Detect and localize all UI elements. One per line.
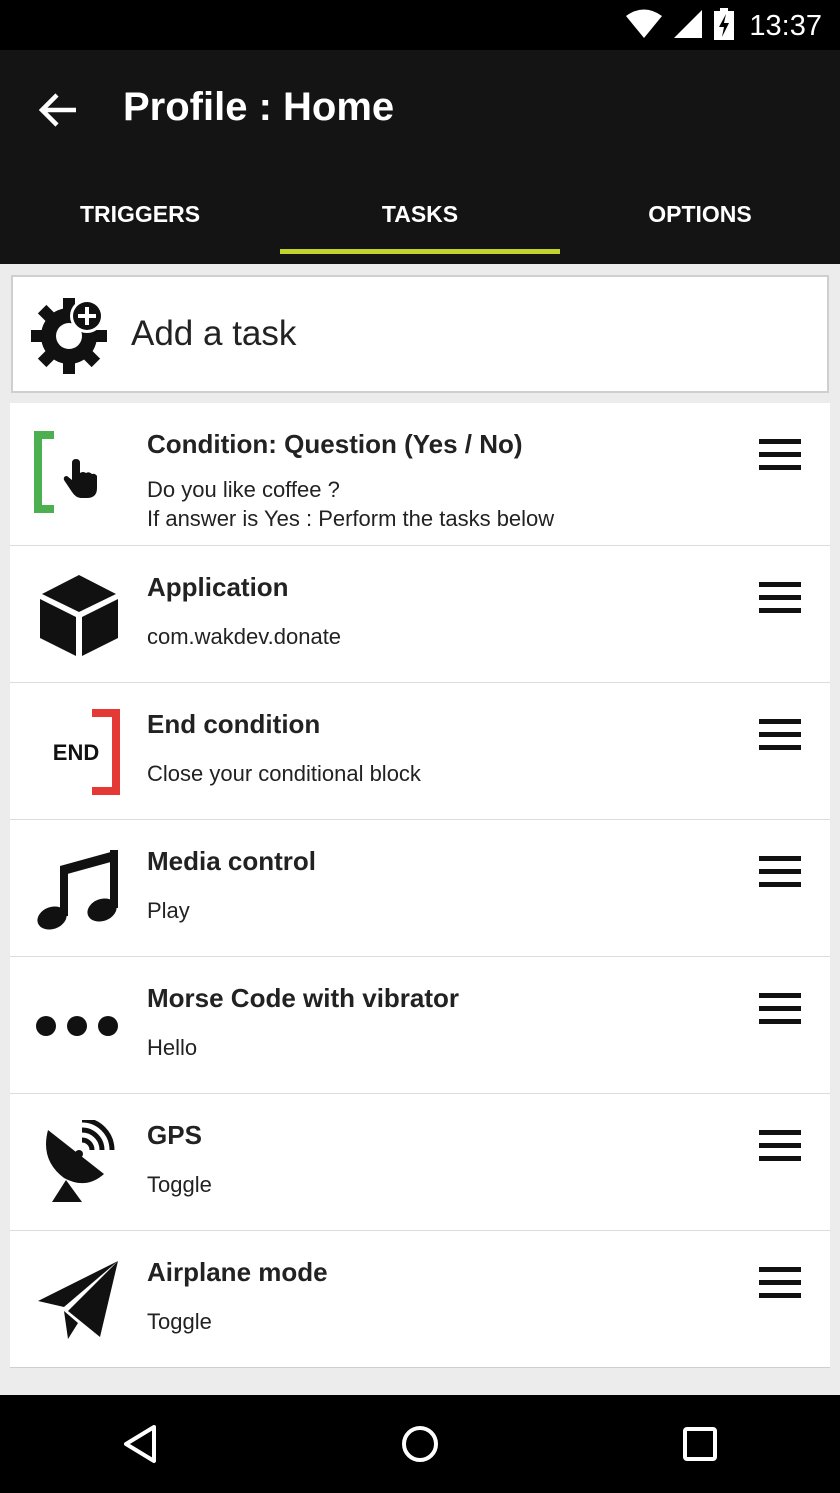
task-item-gps[interactable]: GPS Toggle (10, 1094, 830, 1231)
menu-icon (759, 993, 801, 1024)
page-title: Profile : Home (123, 85, 395, 129)
tab-tasks[interactable]: TASKS (280, 170, 560, 264)
add-task-button[interactable]: Add a task (11, 275, 829, 393)
satellite-dish-icon (46, 1120, 115, 1202)
tab-label: OPTIONS (648, 200, 752, 227)
task-description: Do you like coffee ? If answer is Yes : … (147, 475, 554, 533)
tab-label: TASKS (381, 200, 459, 227)
task-item-application[interactable]: Application com.wakdev.donate (10, 546, 830, 683)
task-title: Morse Code with vibrator (147, 983, 460, 1013)
drag-handle[interactable] (752, 987, 808, 1031)
task-title: GPS (147, 1120, 202, 1150)
add-task-label: Add a task (131, 314, 297, 353)
menu-icon (759, 582, 801, 613)
tasks-content: Add a task Condition: Question (Yes / No… (0, 264, 840, 1395)
task-description-line: Do you like coffee ? (147, 477, 340, 502)
status-bar: 13:37 (0, 0, 840, 50)
task-item-morse-code[interactable]: Morse Code with vibrator Hello (10, 957, 830, 1094)
dots-icon (36, 1016, 118, 1036)
task-item-airplane-mode[interactable]: Airplane mode Toggle (10, 1231, 830, 1368)
tab-options[interactable]: OPTIONS (560, 170, 840, 264)
drag-handle[interactable] (752, 433, 808, 477)
task-description: com.wakdev.donate (147, 624, 342, 649)
signal-icon (673, 9, 703, 44)
active-tab-indicator (280, 249, 560, 254)
drag-handle[interactable] (752, 713, 808, 757)
nav-back-button[interactable] (100, 1404, 180, 1484)
task-title: End condition (147, 709, 321, 739)
condition-question-icon (34, 431, 97, 513)
nav-recents-button[interactable] (660, 1404, 740, 1484)
system-nav-bar (0, 1395, 840, 1493)
battery-charging-icon (713, 7, 735, 45)
menu-icon (759, 1267, 801, 1298)
menu-icon (759, 439, 801, 470)
tab-label: TRIGGERS (79, 200, 201, 227)
wifi-icon (625, 9, 663, 44)
task-description: Toggle (147, 1309, 212, 1334)
app-bar: Profile : Home (0, 50, 840, 170)
task-list: Condition: Question (Yes / No) Do you li… (10, 403, 830, 1368)
end-icon-text: END (53, 740, 99, 765)
task-item-condition-question[interactable]: Condition: Question (Yes / No) Do you li… (10, 403, 830, 546)
menu-icon (759, 1130, 801, 1161)
drag-handle[interactable] (752, 1124, 808, 1168)
drag-handle[interactable] (752, 576, 808, 620)
arrow-back-icon (38, 93, 76, 127)
task-title: Airplane mode (147, 1257, 328, 1287)
paper-plane-icon (38, 1261, 118, 1339)
task-description: Hello (147, 1035, 198, 1060)
end-condition-icon: END (53, 709, 120, 795)
square-recents-icon (683, 1427, 717, 1461)
task-description: Toggle (147, 1172, 212, 1197)
back-button[interactable] (32, 84, 84, 136)
triangle-back-icon (124, 1425, 156, 1463)
cube-icon (40, 575, 118, 656)
task-title: Condition: Question (Yes / No) (147, 429, 523, 459)
gear-add-icon (31, 298, 107, 374)
task-item-media-control[interactable]: Media control Play (10, 820, 830, 957)
task-title: Application (147, 572, 289, 602)
menu-icon (759, 719, 801, 750)
music-note-icon (37, 850, 118, 930)
tab-bar: TRIGGERS TASKS OPTIONS (0, 170, 840, 264)
drag-handle[interactable] (752, 850, 808, 894)
task-description: Play (147, 898, 190, 923)
task-description: Close your conditional block (147, 761, 421, 786)
circle-home-icon (402, 1426, 438, 1462)
task-description-line: If answer is Yes : Perform the tasks bel… (147, 506, 555, 531)
nav-home-button[interactable] (380, 1404, 460, 1484)
menu-icon (759, 856, 801, 887)
task-title: Media control (147, 846, 317, 876)
tab-triggers[interactable]: TRIGGERS (0, 170, 280, 264)
task-item-end-condition[interactable]: END End condition Close your conditional… (10, 683, 830, 820)
status-time: 13:37 (749, 9, 822, 42)
drag-handle[interactable] (752, 1261, 808, 1305)
